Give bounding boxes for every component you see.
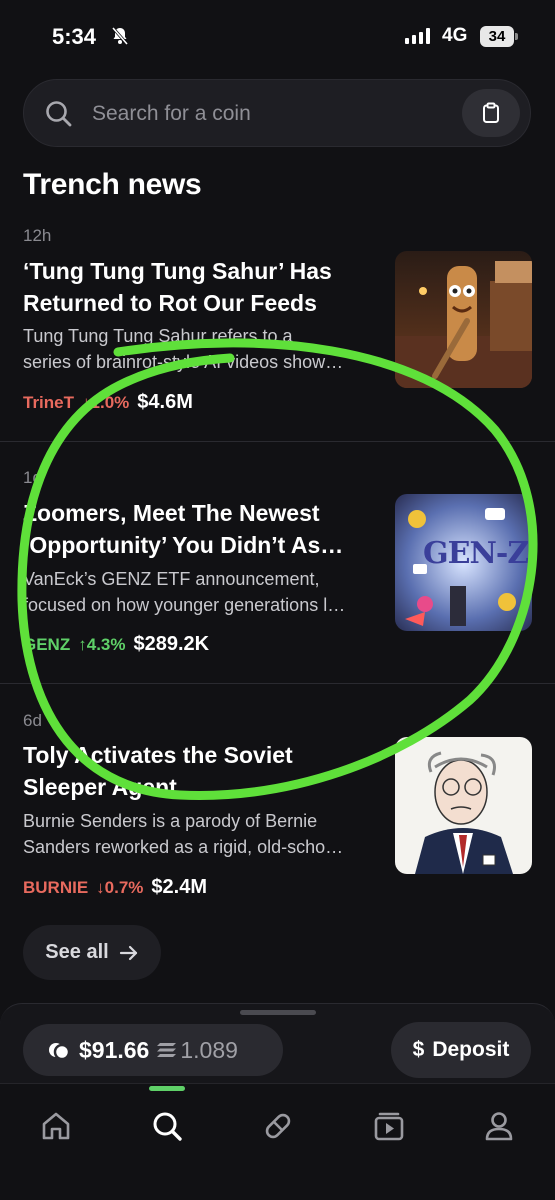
tab-home[interactable] [34,1104,78,1148]
search-icon [46,101,72,127]
wallet-balance[interactable]: $91.66 1.089 [23,1024,283,1076]
sol-balance-group: 1.089 [157,1037,238,1064]
tab-trade[interactable] [256,1104,300,1148]
divider [0,683,555,684]
battery-icon: 34 [480,26,518,47]
see-all-button[interactable]: See all [23,925,161,980]
ticker-row[interactable]: GENZ ↑4.3% $289.2K [23,633,209,656]
see-all-label: See all [45,941,109,963]
pill-icon [265,1113,291,1139]
search-input[interactable] [92,100,432,128]
section-title: Trench news [23,168,202,201]
news-description-line: VanEck’s GENZ ETF announcement, [23,569,320,589]
profile-icon [485,1112,513,1141]
paste-button[interactable] [462,89,520,137]
thumbnail-caption: GEN-Z [423,536,529,571]
ticker-symbol: GENZ [23,635,71,654]
news-description-line: series of brainrot-style AI videos show… [23,352,344,372]
search-bar[interactable] [23,79,531,147]
ticker-symbol: BURNIE [23,878,89,897]
active-tab-indicator [149,1086,185,1091]
news-description-line: Tung Tung Tung Sahur refers to a [23,326,293,346]
deposit-label: Deposit [432,1038,510,1061]
silent-bell-icon [111,27,129,45]
search-icon [153,1112,182,1141]
news-title-line: Sleeper Agent [23,774,177,800]
market-cap: $4.6M [137,391,193,413]
tab-search[interactable] [145,1104,189,1148]
deposit-button[interactable]: $ Deposit [391,1022,531,1078]
market-cap: $2.4M [151,876,208,898]
ticker-symbol: TrineT [23,393,75,412]
network-type: 4G [442,25,468,46]
tab-profile[interactable] [477,1104,521,1148]
news-thumbnail [395,251,532,388]
status-bar: 5:34 4G 34 [0,0,555,72]
price-change: ↑4.3% [78,635,126,654]
signal-strength-icon [405,28,430,44]
sheet-handle[interactable] [240,1010,316,1015]
news-thumbnail: GEN-Z [395,494,532,631]
dollar-icon: $ [412,1038,425,1061]
sol-balance: 1.089 [180,1036,238,1063]
coins-icon [49,1043,71,1061]
ticker-row[interactable]: BURNIE ↓0.7% $2.4M [23,876,207,899]
news-thumbnail [395,737,532,874]
price-change: ↓0.7% [96,878,144,897]
news-age: 1d [23,468,42,487]
status-time: 5:34 [52,24,97,49]
market-cap: $289.2K [133,633,210,655]
home-icon [42,1112,70,1140]
news-title-line: ‘Opportunity’ You Didn’t As… [23,532,344,558]
news-description-line: Sanders reworked as a rigid, old-scho… [23,837,344,857]
divider [0,441,555,442]
arrow-right-icon [119,945,137,960]
news-description-line: focused on how younger generations l… [23,595,346,615]
ticker-row[interactable]: TrineT ↓1.0% $4.6M [23,391,193,414]
clipboard-icon [483,102,499,123]
video-icon [374,1112,404,1141]
price-change: ↓1.0% [82,393,130,412]
news-title-line: Toly Activates the Soviet [23,742,293,768]
news-age: 12h [23,226,52,245]
usd-balance: $91.66 [79,1036,150,1063]
news-description-line: Burnie Senders is a parody of Bernie [23,811,318,831]
solana-icon [157,1043,177,1057]
news-title-line: Zoomers, Meet The Newest [23,500,320,526]
news-title-line: Returned to Rot Our Feeds [23,290,317,316]
tab-videos[interactable] [367,1104,411,1148]
news-title-line: ‘Tung Tung Tung Sahur’ Has [23,258,332,284]
news-age: 6d [23,711,42,730]
